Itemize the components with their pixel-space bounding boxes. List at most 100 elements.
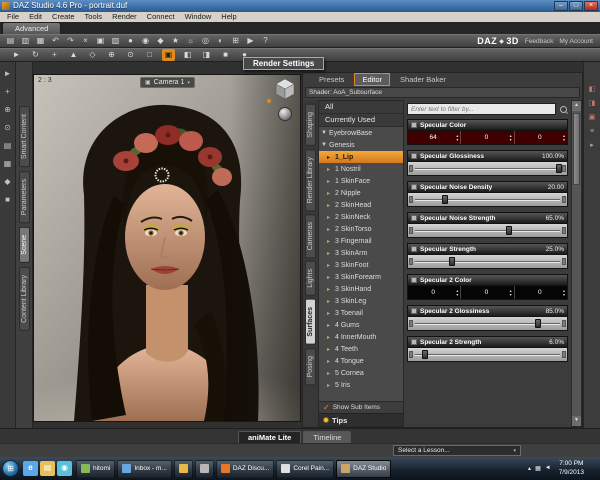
region-navigator-tool-icon[interactable]: ◨ — [200, 49, 213, 61]
slider-knob[interactable] — [505, 226, 512, 235]
tab-editor[interactable]: Editor — [354, 73, 391, 86]
search-icon[interactable] — [559, 105, 568, 114]
expander-icon[interactable]: ▸ — [327, 382, 333, 389]
surface-group-genesis[interactable]: ▼ Genesis — [319, 139, 403, 151]
node-selection-tool-icon[interactable]: □ — [143, 49, 156, 61]
surface-item-2-skinneck[interactable]: ▸ 2 SkinNeck — [319, 211, 403, 223]
slider-right-end[interactable] — [562, 320, 566, 327]
dock-pane-icon-2[interactable]: ◨ — [589, 100, 596, 107]
color-channel[interactable]: 0 ▴ ▾ — [461, 131, 515, 144]
viewport[interactable]: 2 : 3 ▣ Camera 1 ▾ — [33, 74, 301, 422]
slider-right-end[interactable] — [562, 351, 566, 358]
material-ball-widget[interactable] — [278, 107, 292, 121]
surface-item-2-nipple[interactable]: ▸ 2 Nipple — [319, 187, 403, 199]
menu-connect[interactable]: Connect — [142, 12, 180, 22]
menu-edit[interactable]: Edit — [24, 12, 47, 22]
expander-icon[interactable]: ▸ — [327, 286, 333, 293]
tab-shader-baker[interactable]: Shader Baker — [392, 73, 454, 86]
my-account-link[interactable]: My Account — [559, 38, 593, 45]
spinner-down-icon[interactable]: ▾ — [563, 292, 565, 297]
new-scene-icon[interactable]: ▤ — [4, 35, 17, 47]
surface-item-3-skinfoot[interactable]: ▸ 3 SkinFoot — [319, 259, 403, 271]
cut-icon[interactable]: × — [79, 35, 92, 47]
scale-tool-icon[interactable]: ▲ — [67, 49, 80, 61]
surface-item-2-skinhead[interactable]: ▸ 2 SkinHead — [319, 199, 403, 211]
side-tab-lights[interactable]: Lights — [305, 261, 316, 297]
spinner-down-icon[interactable]: ▾ — [456, 292, 458, 297]
expander-icon[interactable]: ▸ — [327, 166, 333, 173]
color-channel[interactable]: 0 ▴ ▾ — [515, 131, 567, 144]
surface-item-2-skintorso[interactable]: ▸ 2 SkinTorso — [319, 223, 403, 235]
feedback-link[interactable]: Feedback — [525, 38, 554, 45]
dock-tab-smart-content[interactable]: Smart Content — [18, 106, 30, 168]
taskbar-button-daz-discu[interactable]: DAZ Discu... — [215, 459, 275, 478]
filter-all[interactable]: All — [319, 101, 403, 114]
property-slider[interactable] — [407, 317, 568, 331]
slider-knob[interactable] — [556, 164, 562, 173]
slider-right-end[interactable] — [562, 196, 566, 203]
color-channel[interactable]: 64 ▴ ▾ — [408, 131, 462, 144]
menu-tools[interactable]: Tools — [80, 12, 108, 22]
surface-item-4-tongue[interactable]: ▸ 4 Tongue — [319, 355, 403, 367]
maximize-button[interactable]: □ — [569, 1, 583, 11]
expander-icon[interactable]: ▼ — [321, 142, 327, 148]
menu-file[interactable]: File — [2, 12, 24, 22]
media-player-icon[interactable]: ◉ — [57, 461, 72, 476]
tab-animate-lite[interactable]: aniMate Lite — [238, 431, 302, 443]
surface-item-5-iris[interactable]: ▸ 5 Iris — [319, 379, 403, 391]
expander-icon[interactable]: ▸ — [327, 334, 333, 341]
render-icon[interactable]: ◐ — [214, 35, 227, 47]
figure-icon[interactable]: ● — [124, 35, 137, 47]
camera-icon[interactable]: ◎ — [199, 35, 212, 47]
camera-selector[interactable]: ▣ Camera 1 ▾ — [140, 77, 195, 88]
surface-item-1-skinface[interactable]: ▸ 1 SkinFace — [319, 175, 403, 187]
scroll-up-icon[interactable]: ▲ — [572, 101, 581, 111]
surface-item-4-innermouth[interactable]: ▸ 4 InnerMouth — [319, 331, 403, 343]
pane-options-icon[interactable]: ≡ — [590, 128, 594, 135]
start-button[interactable]: ⊞ — [2, 460, 19, 477]
spinner-arrows-icon[interactable]: ▴ ▾ — [456, 289, 458, 296]
side-tab-render-library[interactable]: Render Library — [305, 148, 316, 212]
expander-icon[interactable]: ▸ — [327, 322, 333, 329]
lesson-dropdown[interactable]: Select a Lesson... ▾ — [393, 445, 521, 456]
color-swatch-bar[interactable]: 0 ▴ ▾ 0 ▴ ▾ 0 ▴ ▾ — [407, 286, 568, 300]
settings-icon[interactable]: ■ — [5, 196, 10, 204]
spinner-arrows-icon[interactable]: ▴ ▾ — [510, 289, 512, 296]
dock-tab-parameters[interactable]: Parameters — [18, 171, 30, 224]
slider-knob[interactable] — [534, 319, 541, 328]
surface-item-3-skinforearm[interactable]: ▸ 3 SkinForearm — [319, 271, 403, 283]
volume-icon[interactable]: ◄ — [545, 465, 551, 472]
slider-left-end[interactable] — [409, 165, 413, 172]
taskbar-button-inbox-m[interactable]: Inbox - m... — [117, 459, 172, 478]
slider-left-end[interactable] — [409, 196, 413, 203]
dock-tab-content-library[interactable]: Content Library — [18, 267, 30, 332]
properties-scrollbar[interactable]: ▲ ▼ — [571, 100, 582, 427]
surface-item-3-toenail[interactable]: ▸ 3 Toenail — [319, 307, 403, 319]
property-header[interactable]: Specular 2 Glossiness 85.0% — [407, 305, 568, 317]
dock-pane-icon-1[interactable]: ◧ — [589, 86, 596, 93]
taskbar-button-app[interactable] — [194, 459, 214, 478]
surface-item-3-fingernail[interactable]: ▸ 3 Fingernail — [319, 235, 403, 247]
zoom-tool-icon[interactable]: ⊙ — [4, 124, 11, 132]
property-header[interactable]: Specular Strength 25.0% — [407, 243, 568, 255]
surface-item-4-teeth[interactable]: ▸ 4 Teeth — [319, 343, 403, 355]
minimize-button[interactable]: – — [554, 1, 568, 11]
property-slider[interactable] — [407, 348, 568, 362]
slider-knob[interactable] — [421, 350, 428, 359]
color-channel[interactable]: 0 ▴ ▾ — [515, 286, 567, 299]
spinner-down-icon[interactable]: ▾ — [510, 292, 512, 297]
frame-icon[interactable]: ⊞ — [229, 35, 242, 47]
slider-knob[interactable] — [441, 195, 448, 204]
scroll-down-icon[interactable]: ▼ — [572, 416, 581, 426]
surface-group-eyebrowbase[interactable]: ▼ EyebrowBase — [319, 127, 403, 139]
surface-selection-tool-icon[interactable]: ▣ — [162, 49, 175, 61]
show-sub-items-checkbox[interactable]: ✓ Show Sub Items — [319, 401, 403, 413]
spinner-down-icon[interactable]: ▾ — [510, 137, 512, 142]
property-header[interactable]: Specular 2 Strength 6.0% — [407, 336, 568, 348]
expander-icon[interactable]: ▸ — [327, 214, 333, 221]
slider-left-end[interactable] — [409, 351, 413, 358]
expander-icon[interactable]: ▸ — [327, 154, 333, 161]
property-slider[interactable] — [407, 255, 568, 269]
internet-explorer-icon[interactable]: e — [23, 461, 38, 476]
expander-icon[interactable]: ▸ — [327, 370, 333, 377]
